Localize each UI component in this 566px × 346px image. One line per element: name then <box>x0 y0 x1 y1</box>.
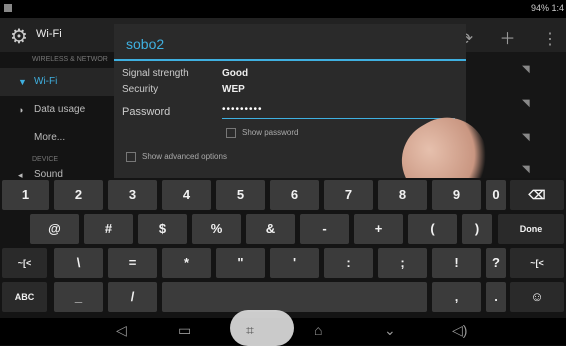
key-asterisk[interactable]: * <box>162 248 211 278</box>
show-advanced-checkbox[interactable]: Show advanced options <box>126 152 227 162</box>
sidebar-header-wireless: WIRELESS & NETWOR <box>32 56 108 63</box>
home-icon[interactable]: ⌂ <box>314 322 322 338</box>
sidebar-item-data-usage[interactable]: ◑ Data usage <box>0 96 115 124</box>
more-symbols-key-right[interactable]: ~[< <box>510 248 564 278</box>
space-key[interactable] <box>162 282 427 312</box>
key-comma[interactable]: , <box>432 282 481 312</box>
notification-icon <box>4 4 12 12</box>
dialog-divider <box>114 59 466 61</box>
wifi-icon: ▼ <box>18 77 27 87</box>
volume-down-icon[interactable]: ◁ <box>116 322 127 339</box>
key-hash[interactable]: # <box>84 214 133 244</box>
wifi-signal-icon[interactable]: ◥ <box>522 132 530 143</box>
screenshot-icon[interactable]: ⌗ <box>246 322 254 339</box>
password-label: Password <box>122 106 171 118</box>
key-exclamation[interactable]: ! <box>432 248 481 278</box>
backspace-key[interactable]: ⌫ <box>510 180 564 210</box>
dialog-title: sobo2 <box>126 36 165 52</box>
key-semicolon[interactable]: ; <box>378 248 427 278</box>
security-label: Security <box>122 84 159 95</box>
key-single-quote[interactable]: ' <box>270 248 319 278</box>
key-backslash[interactable]: \ <box>54 248 103 278</box>
key-4[interactable]: 4 <box>162 180 211 210</box>
key-close-paren[interactable]: ) <box>462 214 492 244</box>
key-dollar[interactable]: $ <box>138 214 187 244</box>
key-period[interactable]: . <box>486 282 506 312</box>
key-plus[interactable]: + <box>354 214 403 244</box>
smiley-icon: ☺ <box>530 289 544 304</box>
battery-status: 94% 1:4 <box>530 3 564 13</box>
key-double-quote[interactable]: " <box>216 248 265 278</box>
keyboard-row-symbols: @ # $ % & - + ( ) Done <box>0 212 566 245</box>
keyboard-row-numbers: 1 2 3 4 5 6 7 8 9 0 ⌫ <box>0 178 566 211</box>
recent-apps-icon[interactable]: ▭ <box>178 322 191 339</box>
back-icon[interactable]: ⌄ <box>384 322 396 339</box>
on-screen-keyboard: 1 2 3 4 5 6 7 8 9 0 ⌫ @ # $ % & - + ( ) … <box>0 178 566 318</box>
emoji-key[interactable]: ☺ <box>510 282 564 312</box>
settings-gear-icon[interactable]: ⚙ <box>10 24 28 49</box>
done-key[interactable]: Done <box>498 214 564 244</box>
status-bar: 94% 1:4 <box>0 0 566 18</box>
backspace-icon: ⌫ <box>528 188 546 202</box>
data-usage-icon: ◑ <box>18 105 24 115</box>
signal-strength-value: Good <box>222 68 249 79</box>
abc-key[interactable]: ABC <box>2 282 47 312</box>
wifi-connect-dialog: sobo2 Signal strength Good Security WEP … <box>114 24 503 218</box>
key-underscore[interactable]: _ <box>54 282 103 312</box>
key-colon[interactable]: : <box>324 248 373 278</box>
navigation-bar: ◁ ▭ ⌗ ⌂ ⌄ ◁) <box>0 310 566 346</box>
more-symbols-key[interactable]: ~[< <box>2 248 47 278</box>
wifi-signal-icon[interactable]: ◥ <box>522 164 530 175</box>
key-slash[interactable]: / <box>108 282 157 312</box>
keyboard-row-punct: ~[< \ = * " ' : ; ! ? ~[< <box>0 246 566 279</box>
key-1[interactable]: 1 <box>2 180 49 210</box>
key-0[interactable]: 0 <box>486 180 506 210</box>
sidebar-item-label: Wi-Fi <box>34 76 58 87</box>
key-percent[interactable]: % <box>192 214 241 244</box>
show-advanced-label: Show advanced options <box>142 152 227 162</box>
page-title: Wi-Fi <box>36 28 62 40</box>
key-ampersand[interactable]: & <box>246 214 295 244</box>
sidebar-item-label: Data usage <box>34 104 86 115</box>
key-question[interactable]: ? <box>486 248 506 278</box>
settings-sidebar: WIRELESS & NETWOR ▼ Wi-Fi ◑ Data usage M… <box>0 52 115 180</box>
show-password-label: Show password <box>242 128 299 138</box>
key-5[interactable]: 5 <box>216 180 265 210</box>
wifi-signal-icon[interactable]: ◥ <box>522 64 530 75</box>
key-equals[interactable]: = <box>108 248 157 278</box>
key-3[interactable]: 3 <box>108 180 157 210</box>
password-input[interactable]: ••••••••• <box>222 104 455 119</box>
sidebar-header-device: DEVICE <box>32 156 59 163</box>
checkbox-icon <box>226 128 236 138</box>
add-network-icon[interactable]: ＋ <box>500 31 516 48</box>
key-open-paren[interactable]: ( <box>408 214 457 244</box>
checkbox-icon <box>126 152 136 162</box>
overflow-menu-icon[interactable]: ⋮ <box>542 31 558 48</box>
sidebar-item-label: More... <box>34 132 66 143</box>
key-9[interactable]: 9 <box>432 180 481 210</box>
key-7[interactable]: 7 <box>324 180 373 210</box>
finger-touch-overlay <box>230 310 294 346</box>
show-password-checkbox[interactable]: Show password <box>226 128 298 138</box>
key-8[interactable]: 8 <box>378 180 427 210</box>
key-minus[interactable]: - <box>300 214 349 244</box>
sidebar-item-wifi[interactable]: ▼ Wi-Fi <box>0 68 115 96</box>
sidebar-item-more[interactable]: More... <box>0 124 115 152</box>
keyboard-row-bottom: ABC _ / , . ☺ <box>0 280 566 313</box>
key-6[interactable]: 6 <box>270 180 319 210</box>
signal-strength-label: Signal strength <box>122 68 189 79</box>
volume-up-icon[interactable]: ◁) <box>452 322 467 339</box>
wifi-signal-icon[interactable]: ◥ <box>522 98 530 109</box>
key-at[interactable]: @ <box>30 214 79 244</box>
security-value: WEP <box>222 84 245 95</box>
key-2[interactable]: 2 <box>54 180 103 210</box>
